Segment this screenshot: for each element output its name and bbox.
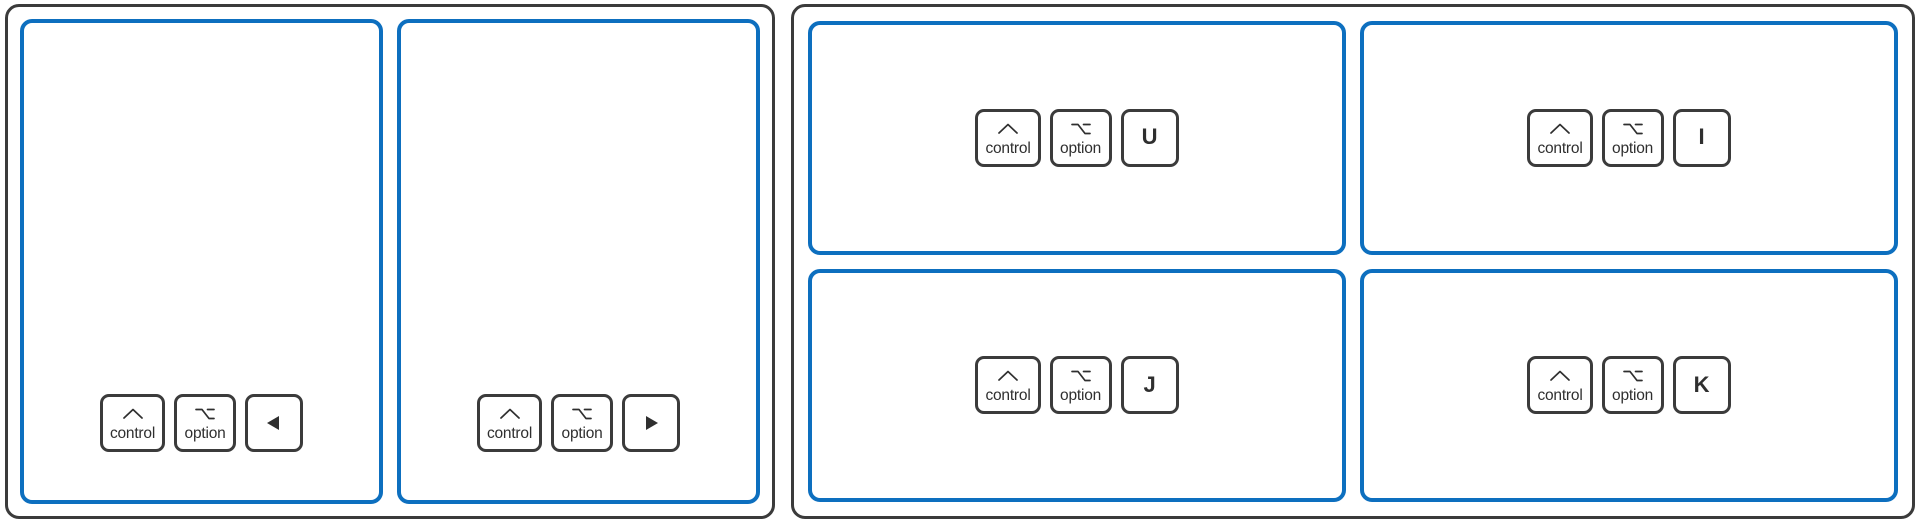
shortcut-diagram: control option control option control op… [0,0,1920,523]
key-letter-j[interactable]: J [1120,356,1179,415]
key-control[interactable]: control [476,394,543,452]
key-option[interactable]: option [551,394,614,452]
control-caret-glyph [997,368,1019,386]
key-row: control option J [975,356,1179,415]
key-arrow-right[interactable] [622,394,681,452]
control-caret-glyph [499,406,521,424]
key-control[interactable]: control [1527,356,1593,415]
control-caret-glyph [122,406,144,424]
key-option-label: option [1060,139,1102,157]
key-control[interactable]: control [975,356,1041,415]
key-letter-label: K [1693,371,1710,397]
control-caret-glyph [997,121,1019,139]
key-option[interactable]: option [1049,356,1112,415]
arrow-left-icon [262,412,286,434]
panel-j[interactable]: control option J [808,268,1346,502]
key-control-label: control [486,425,533,442]
key-letter-label: U [1141,124,1158,150]
key-control-label: control [1537,139,1583,157]
shortcut-group-right: control option U control option I contro… [791,4,1915,519]
panel-u[interactable]: control option U [808,21,1346,255]
option-alt-glyph [194,406,216,424]
option-alt-glyph [1070,368,1092,386]
panel-left-arrow[interactable]: control option [20,19,383,504]
control-caret-glyph [1549,121,1571,139]
key-control[interactable]: control [99,394,166,452]
key-letter-k[interactable]: K [1672,356,1731,415]
key-row: control option [476,394,681,452]
option-alt-glyph [1622,368,1644,386]
key-control-label: control [985,387,1031,405]
key-row: control option K [1527,356,1731,415]
shortcut-group-left: control option control option [5,4,775,519]
option-alt-glyph [571,406,593,424]
control-caret-glyph [1549,368,1571,386]
key-row: control option [99,394,304,452]
key-letter-i[interactable]: I [1672,108,1731,167]
key-option[interactable]: option [1601,108,1664,167]
key-arrow-left[interactable] [245,394,304,452]
key-letter-label: J [1143,371,1156,397]
key-option[interactable]: option [1601,356,1664,415]
panel-k[interactable]: control option K [1360,268,1898,502]
key-option-label: option [1612,387,1654,405]
panel-right-arrow[interactable]: control option [397,19,760,504]
key-letter-u[interactable]: U [1120,108,1179,167]
key-option-label: option [1060,387,1102,405]
option-alt-glyph [1622,121,1644,139]
key-letter-label: I [1698,124,1705,150]
key-control[interactable]: control [975,108,1041,167]
key-control-label: control [109,425,156,442]
key-option[interactable]: option [174,394,237,452]
key-option-label: option [1612,139,1654,157]
key-option-label: option [561,425,603,442]
panel-i[interactable]: control option I [1360,21,1898,255]
key-option[interactable]: option [1049,108,1112,167]
option-alt-glyph [1070,121,1092,139]
key-row: control option I [1527,108,1731,167]
key-control-label: control [985,139,1031,157]
key-control[interactable]: control [1527,108,1593,167]
key-row: control option U [975,108,1179,167]
key-option-label: option [184,425,226,442]
arrow-right-icon [639,412,663,434]
key-control-label: control [1537,387,1583,405]
